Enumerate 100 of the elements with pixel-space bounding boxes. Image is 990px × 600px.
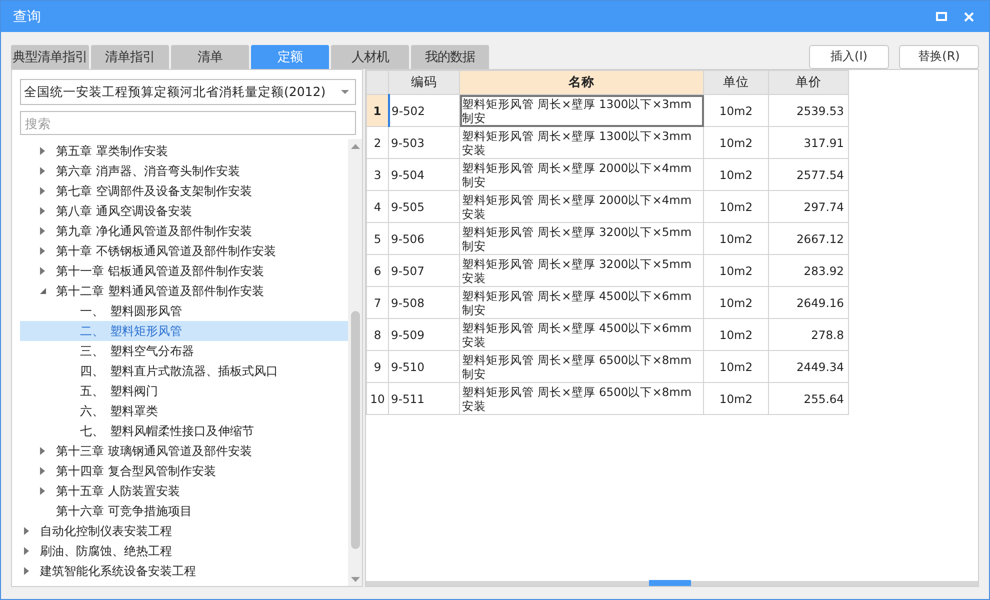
tree-item[interactable]: 二、 塑料矩形风管 [20,321,348,341]
table-cell: 278.8 [768,318,848,350]
close-icon [964,12,974,22]
expand-arrow-icon[interactable] [24,567,30,575]
tree-item[interactable]: 第十二章 塑料通风管道及部件制作安装 [20,281,348,301]
table-cell: 塑料矩形风管 周长×壁厚 1300以下×3mm 安装 [460,126,704,158]
tree-item[interactable]: 第十四章 复合型风管制作安装 [20,461,348,481]
table-cell: 9-510 [388,350,460,382]
table-cell: 塑料矩形风管 周长×壁厚 1300以下×3mm 制安 [460,94,704,126]
table-cell: 10m2 [704,350,768,382]
table-cell: 2577.54 [768,158,848,190]
table-cell: 塑料矩形风管 周长×壁厚 2000以下×4mm 制安 [460,158,704,190]
table-cell: 283.92 [768,254,848,286]
expand-arrow-icon[interactable] [24,547,30,555]
row-number[interactable]: 9 [366,350,388,382]
table-cell: 317.91 [768,126,848,158]
table-cell: 9-503 [388,126,460,158]
table-cell: 10m2 [704,190,768,222]
expand-arrow-icon[interactable] [40,247,46,255]
tree-item[interactable]: 第七章 空调部件及设备支架制作安装 [20,181,348,201]
tree-item[interactable]: 六、 塑料罩类 [20,401,348,421]
tree-item[interactable]: 七、 塑料风帽柔性接口及伸缩节 [20,421,348,441]
dropdown-arrow-icon [341,90,349,94]
table-cell: 10m2 [704,158,768,190]
table-cell: 297.74 [768,190,848,222]
scrollbar[interactable] [366,581,978,586]
tree-item[interactable]: 第十章 不锈钢板通风管道及部件制作安装 [20,241,348,261]
column-header[interactable]: 编码 [388,70,460,94]
tree-item[interactable]: 第八章 通风空调设备安装 [20,201,348,221]
search-field[interactable]: 搜索 [20,111,356,135]
row-number[interactable]: 1 [366,94,388,126]
expand-arrow-icon[interactable] [40,227,46,235]
table-cell: 10m2 [704,94,768,126]
tree-item[interactable]: 一、 塑料圆形风管 [20,301,348,321]
table-cell: 10m2 [704,318,768,350]
action-button[interactable]: 插入(I) [809,44,889,68]
tree-item[interactable]: 第十三章 玻璃钢通风管道及部件安装 [20,441,348,461]
row-number[interactable]: 6 [366,254,388,286]
scroll-down-icon[interactable] [351,577,360,582]
expand-arrow-icon[interactable] [40,267,46,275]
tree-item[interactable]: 第十五章 人防装置安装 [20,481,348,501]
expand-arrow-icon[interactable] [40,447,46,455]
tree-item[interactable]: 第十六章 可竞争措施项目 [20,501,348,521]
row-number[interactable]: 2 [366,126,388,158]
scroll-up-icon[interactable] [351,144,360,149]
column-header[interactable]: 名称 [460,70,704,94]
tab[interactable]: 清单 [171,45,249,69]
expand-arrow-icon[interactable] [24,527,30,535]
row-number[interactable]: 5 [366,222,388,254]
tree-item[interactable]: 刷油、防腐蚀、绝热工程 [20,541,348,561]
table-cell: 2539.53 [768,94,848,126]
tree-item[interactable]: 五、 塑料阀门 [20,381,348,401]
tree-item[interactable]: 四、 塑料直片式散流器、插板式风口 [20,361,348,381]
table-cell: 9-505 [388,190,460,222]
table-cell: 9-506 [388,222,460,254]
table-cell: 9-502 [388,94,460,126]
table-cell: 塑料矩形风管 周长×壁厚 3200以下×5mm 安装 [460,254,704,286]
expand-arrow-icon[interactable] [40,207,46,215]
quota-dropdown[interactable]: 全国统一安装工程预算定额河北省消耗量定额(2012) [20,79,356,105]
tree-item[interactable]: 第九章 净化通风管道及部件制作安装 [20,221,348,241]
tree-item[interactable]: 建筑智能化系统设备安装工程 [20,561,348,581]
splitter-handle[interactable] [649,580,691,586]
tab[interactable]: 典型清单指引 [11,45,89,69]
table-cell: 10m2 [704,286,768,318]
table-cell: 塑料矩形风管 周长×壁厚 4500以下×6mm 安装 [460,318,704,350]
table-cell: 9-509 [388,318,460,350]
table-cell: 塑料矩形风管 周长×壁厚 6500以下×8mm 制安 [460,350,704,382]
table-cell: 塑料矩形风管 周长×壁厚 2000以下×4mm 安装 [460,190,704,222]
row-number[interactable]: 4 [366,190,388,222]
table-cell: 10m2 [704,126,768,158]
tab[interactable]: 我的数据 [411,45,489,69]
table-cell: 2649.16 [768,286,848,318]
collapse-arrow-icon[interactable] [40,287,46,295]
tab[interactable]: 人材机 [331,45,409,69]
column-header[interactable]: 单位 [704,70,768,94]
tree-item[interactable]: 第六章 消声器、消音弯头制作安装 [20,161,348,181]
column-header[interactable]: 单价 [768,70,848,94]
expand-arrow-icon[interactable] [40,167,46,175]
tree-item[interactable]: 第十一章 铝板通风管道及部件制作安装 [20,261,348,281]
expand-arrow-icon[interactable] [40,467,46,475]
table-cell: 9-511 [388,382,460,414]
row-number[interactable]: 7 [366,286,388,318]
expand-arrow-icon[interactable] [40,147,46,155]
table-cell: 塑料矩形风管 周长×壁厚 6500以下×8mm 安装 [460,382,704,414]
expand-arrow-icon[interactable] [40,487,46,495]
scrollbar[interactable] [348,139,362,586]
table-cell: 255.64 [768,382,848,414]
row-number[interactable]: 3 [366,158,388,190]
table-cell: 2667.12 [768,222,848,254]
tree-item[interactable]: 自动化控制仪表安装工程 [20,521,348,541]
expand-arrow-icon[interactable] [40,187,46,195]
tab[interactable]: 清单指引 [91,45,169,69]
tree-item[interactable]: 三、 塑料空气分布器 [20,341,348,361]
table-cell: 10m2 [704,382,768,414]
tree-item[interactable]: 第五章 罩类制作安装 [20,141,348,161]
action-button[interactable]: 替换(R) [899,44,979,68]
table-cell: 9-507 [388,254,460,286]
scroll-thumb[interactable] [351,311,360,549]
row-number[interactable]: 10 [366,382,388,414]
row-number[interactable]: 8 [366,318,388,350]
